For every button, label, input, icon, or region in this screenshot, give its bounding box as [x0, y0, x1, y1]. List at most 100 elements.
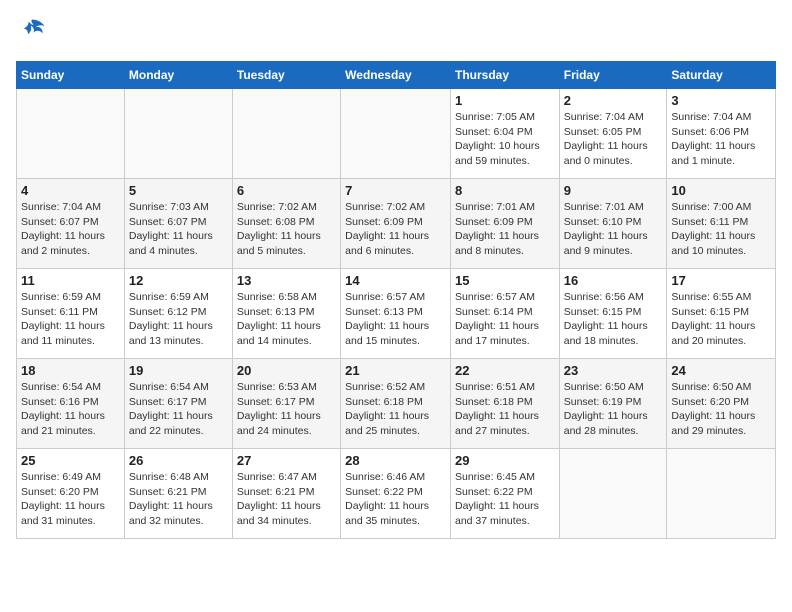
calendar-cell: 20 Sunrise: 6:53 AM Sunset: 6:17 PM Dayli… — [232, 359, 340, 449]
day-number: 4 — [21, 183, 120, 198]
day-number: 10 — [671, 183, 771, 198]
day-info: Sunrise: 6:53 AM Sunset: 6:17 PM Dayligh… — [237, 380, 336, 439]
logo-icon — [18, 16, 46, 44]
day-number: 26 — [129, 453, 228, 468]
calendar-cell — [559, 449, 667, 539]
day-number: 18 — [21, 363, 120, 378]
weekday-header-wednesday: Wednesday — [341, 62, 451, 89]
day-number: 8 — [455, 183, 555, 198]
day-number: 13 — [237, 273, 336, 288]
weekday-header-friday: Friday — [559, 62, 667, 89]
day-info: Sunrise: 6:55 AM Sunset: 6:15 PM Dayligh… — [671, 290, 771, 349]
calendar-cell: 13 Sunrise: 6:58 AM Sunset: 6:13 PM Dayli… — [232, 269, 340, 359]
calendar-table: SundayMondayTuesdayWednesdayThursdayFrid… — [16, 61, 776, 539]
day-number: 19 — [129, 363, 228, 378]
calendar-cell: 2 Sunrise: 7:04 AM Sunset: 6:05 PM Daylig… — [559, 89, 667, 179]
day-info: Sunrise: 6:54 AM Sunset: 6:17 PM Dayligh… — [129, 380, 228, 439]
calendar-cell: 11 Sunrise: 6:59 AM Sunset: 6:11 PM Dayli… — [17, 269, 125, 359]
calendar-cell: 7 Sunrise: 7:02 AM Sunset: 6:09 PM Daylig… — [341, 179, 451, 269]
day-number: 29 — [455, 453, 555, 468]
day-number: 9 — [564, 183, 663, 198]
calendar-cell — [124, 89, 232, 179]
day-number: 21 — [345, 363, 446, 378]
day-number: 25 — [21, 453, 120, 468]
weekday-header-tuesday: Tuesday — [232, 62, 340, 89]
calendar-cell: 28Sunrise: 6:46 AM Sunset: 6:22 PM Dayli… — [341, 449, 451, 539]
calendar-week-row: 18 Sunrise: 6:54 AM Sunset: 6:16 PM Dayli… — [17, 359, 776, 449]
day-number: 12 — [129, 273, 228, 288]
day-info: Sunrise: 6:59 AM Sunset: 6:12 PM Dayligh… — [129, 290, 228, 349]
day-info: Sunrise: 6:50 AM Sunset: 6:20 PM Dayligh… — [671, 380, 771, 439]
day-info: Sunrise: 6:56 AM Sunset: 6:15 PM Dayligh… — [564, 290, 663, 349]
calendar-cell — [232, 89, 340, 179]
day-number: 5 — [129, 183, 228, 198]
calendar-week-row: 4 Sunrise: 7:04 AM Sunset: 6:07 PM Daylig… — [17, 179, 776, 269]
day-number: 2 — [564, 93, 663, 108]
day-info: Sunrise: 6:51 AM Sunset: 6:18 PM Dayligh… — [455, 380, 555, 439]
calendar-cell: 16 Sunrise: 6:56 AM Sunset: 6:15 PM Dayli… — [559, 269, 667, 359]
weekday-header-sunday: Sunday — [17, 62, 125, 89]
calendar-cell: 1 Sunrise: 7:05 AM Sunset: 6:04 PM Daylig… — [450, 89, 559, 179]
day-info: Sunrise: 7:02 AM Sunset: 6:09 PM Dayligh… — [345, 200, 446, 259]
day-number: 27 — [237, 453, 336, 468]
day-info: Sunrise: 6:47 AM Sunset: 6:21 PM Dayligh… — [237, 470, 336, 529]
weekday-header-row: SundayMondayTuesdayWednesdayThursdayFrid… — [17, 62, 776, 89]
day-number: 16 — [564, 273, 663, 288]
day-number: 14 — [345, 273, 446, 288]
calendar-cell: 21 Sunrise: 6:52 AM Sunset: 6:18 PM Dayli… — [341, 359, 451, 449]
calendar-cell: 17 Sunrise: 6:55 AM Sunset: 6:15 PM Dayli… — [667, 269, 776, 359]
calendar-cell: 14 Sunrise: 6:57 AM Sunset: 6:13 PM Dayli… — [341, 269, 451, 359]
weekday-header-monday: Monday — [124, 62, 232, 89]
calendar-cell: 5 Sunrise: 7:03 AM Sunset: 6:07 PM Daylig… — [124, 179, 232, 269]
day-info: Sunrise: 7:04 AM Sunset: 6:06 PM Dayligh… — [671, 110, 771, 169]
calendar-cell: 15 Sunrise: 6:57 AM Sunset: 6:14 PM Dayli… — [450, 269, 559, 359]
calendar-cell: 6 Sunrise: 7:02 AM Sunset: 6:08 PM Daylig… — [232, 179, 340, 269]
day-number: 23 — [564, 363, 663, 378]
day-number: 15 — [455, 273, 555, 288]
day-number: 1 — [455, 93, 555, 108]
day-info: Sunrise: 6:59 AM Sunset: 6:11 PM Dayligh… — [21, 290, 120, 349]
calendar-cell: 22 Sunrise: 6:51 AM Sunset: 6:18 PM Dayli… — [450, 359, 559, 449]
day-info: Sunrise: 7:02 AM Sunset: 6:08 PM Dayligh… — [237, 200, 336, 259]
calendar-cell: 8 Sunrise: 7:01 AM Sunset: 6:09 PM Daylig… — [450, 179, 559, 269]
day-info: Sunrise: 6:57 AM Sunset: 6:14 PM Dayligh… — [455, 290, 555, 349]
day-info: Sunrise: 7:05 AM Sunset: 6:04 PM Dayligh… — [455, 110, 555, 169]
logo — [16, 16, 46, 49]
calendar-cell — [667, 449, 776, 539]
day-number: 17 — [671, 273, 771, 288]
day-number: 24 — [671, 363, 771, 378]
day-info: Sunrise: 7:03 AM Sunset: 6:07 PM Dayligh… — [129, 200, 228, 259]
calendar-week-row: 25 Sunrise: 6:49 AM Sunset: 6:20 PM Dayli… — [17, 449, 776, 539]
calendar-cell — [341, 89, 451, 179]
calendar-cell — [17, 89, 125, 179]
day-info: Sunrise: 6:54 AM Sunset: 6:16 PM Dayligh… — [21, 380, 120, 439]
calendar-cell: 4 Sunrise: 7:04 AM Sunset: 6:07 PM Daylig… — [17, 179, 125, 269]
day-info: Sunrise: 7:01 AM Sunset: 6:10 PM Dayligh… — [564, 200, 663, 259]
calendar-cell: 19 Sunrise: 6:54 AM Sunset: 6:17 PM Dayli… — [124, 359, 232, 449]
day-number: 28 — [345, 453, 446, 468]
day-info: Sunrise: 6:50 AM Sunset: 6:19 PM Dayligh… — [564, 380, 663, 439]
day-number: 11 — [21, 273, 120, 288]
day-info: Sunrise: 6:58 AM Sunset: 6:13 PM Dayligh… — [237, 290, 336, 349]
day-info: Sunrise: 7:01 AM Sunset: 6:09 PM Dayligh… — [455, 200, 555, 259]
day-number: 6 — [237, 183, 336, 198]
calendar-cell: 25 Sunrise: 6:49 AM Sunset: 6:20 PM Dayli… — [17, 449, 125, 539]
day-info: Sunrise: 6:45 AM Sunset: 6:22 PM Dayligh… — [455, 470, 555, 529]
day-number: 20 — [237, 363, 336, 378]
calendar-cell: 9 Sunrise: 7:01 AM Sunset: 6:10 PM Daylig… — [559, 179, 667, 269]
day-info: Sunrise: 7:04 AM Sunset: 6:07 PM Dayligh… — [21, 200, 120, 259]
day-info: Sunrise: 6:52 AM Sunset: 6:18 PM Dayligh… — [345, 380, 446, 439]
calendar-cell: 29 Sunrise: 6:45 AM Sunset: 6:22 PM Dayli… — [450, 449, 559, 539]
day-info: Sunrise: 6:57 AM Sunset: 6:13 PM Dayligh… — [345, 290, 446, 349]
calendar-week-row: 11 Sunrise: 6:59 AM Sunset: 6:11 PM Dayli… — [17, 269, 776, 359]
day-number: 7 — [345, 183, 446, 198]
calendar-cell: 10Sunrise: 7:00 AM Sunset: 6:11 PM Dayli… — [667, 179, 776, 269]
day-info: Sunrise: 7:04 AM Sunset: 6:05 PM Dayligh… — [564, 110, 663, 169]
page-header — [16, 16, 776, 49]
calendar-cell: 26Sunrise: 6:48 AM Sunset: 6:21 PM Dayli… — [124, 449, 232, 539]
calendar-cell: 12 Sunrise: 6:59 AM Sunset: 6:12 PM Dayli… — [124, 269, 232, 359]
weekday-header-thursday: Thursday — [450, 62, 559, 89]
calendar-cell: 18 Sunrise: 6:54 AM Sunset: 6:16 PM Dayli… — [17, 359, 125, 449]
day-info: Sunrise: 6:49 AM Sunset: 6:20 PM Dayligh… — [21, 470, 120, 529]
day-number: 22 — [455, 363, 555, 378]
